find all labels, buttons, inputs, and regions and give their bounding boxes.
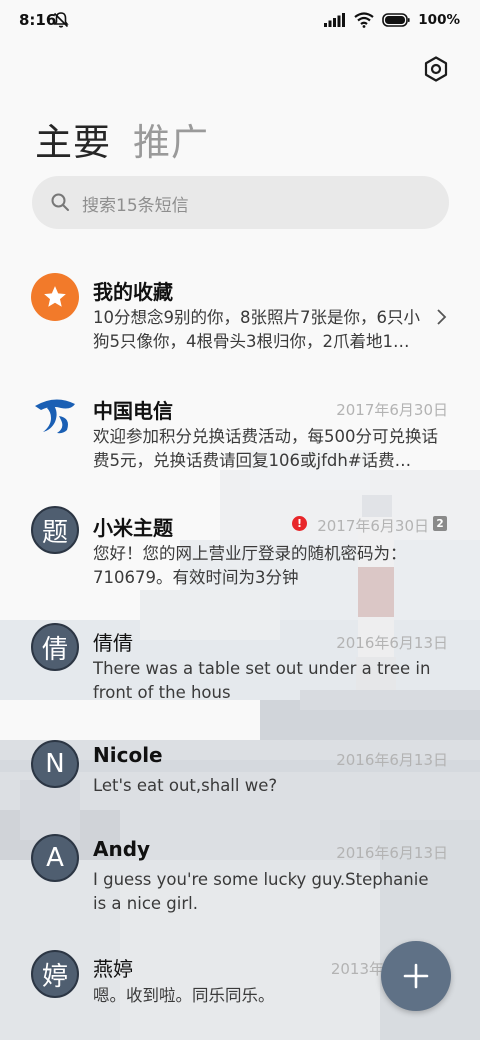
conversation-preview: There was a table set out under a tree i… <box>93 659 431 702</box>
conversation-name: Nicole <box>93 743 163 767</box>
conversation-item[interactable]: N Nicole 2016年6月13日 Let's eat out,shall … <box>0 740 480 810</box>
conversation-date: 2017年6月30日 <box>317 517 429 535</box>
conversation-item[interactable]: A Andy 2016年6月13日 I guess you're some lu… <box>0 834 480 924</box>
avatar <box>31 273 79 321</box>
error-icon: ! <box>292 516 307 531</box>
sim-badge: 2 <box>433 516 447 531</box>
conversation-name: 倩倩 <box>93 631 133 655</box>
conversation-item[interactable]: 题 小米主题 ! 2017年6月30日 2 您好！您的网上营业厅登录的随机密码为… <box>0 506 480 596</box>
conversation-preview: 您好！您的网上营业厅登录的随机密码为：710679。有效时间为3分钟 <box>93 544 407 587</box>
avatar: A <box>31 834 79 882</box>
conversation-name: 我的收藏 <box>93 280 173 304</box>
conversation-item[interactable]: 倩 倩倩 2016年6月13日 There was a table set ou… <box>0 623 480 713</box>
conversation-date: 2016年6月13日 <box>336 634 448 652</box>
conversation-preview: Let's eat out,shall we? <box>93 776 278 795</box>
conversation-date: 2016年6月13日 <box>336 751 448 769</box>
chevron-right-icon[interactable] <box>436 308 448 326</box>
conversation-name: 小米主题 <box>93 516 173 540</box>
conversation-name: 燕婷 <box>93 957 133 981</box>
avatar-initial: 题 <box>41 517 68 548</box>
conversation-date: 2017年6月30日 <box>336 401 448 419</box>
conversation-item[interactable]: 中国电信 2017年6月30日 欢迎参加积分兑换话费活动，每500分可兑换话费5… <box>0 390 480 480</box>
conversation-preview: 欢迎参加积分兑换话费活动，每500分可兑换话费5元，兑换话费请回复106或jfd… <box>93 427 438 470</box>
conversation-date: 2013年 <box>330 960 384 978</box>
avatar: 题 <box>31 506 79 554</box>
conversation-name: Andy <box>93 837 151 861</box>
conversation-date: 2016年6月13日 <box>336 844 448 862</box>
conversation-list: 我的收藏 10分想念9别的你，8张照片7张是你，6只小狗5只像你，4根骨头3根归… <box>0 0 480 1040</box>
avatar: N <box>31 740 79 788</box>
avatar-initial: 倩 <box>41 634 68 665</box>
conversation-preview: 10分想念9别的你，8张照片7张是你，6只小狗5只像你，4根骨头3根归你，2爪着… <box>93 308 420 351</box>
avatar-initial: 婷 <box>41 961 68 992</box>
plus-icon <box>403 963 429 989</box>
china-telecom-logo <box>35 399 75 434</box>
compose-button[interactable] <box>381 941 451 1011</box>
conversation-preview: I guess you're some lucky guy.Stephanie … <box>93 870 429 913</box>
avatar <box>31 390 79 438</box>
avatar: 婷 <box>31 950 79 998</box>
avatar: 倩 <box>31 623 79 671</box>
avatar-initial: A <box>46 843 64 873</box>
conversation-item[interactable]: 我的收藏 10分想念9别的你，8张照片7张是你，6只小狗5只像你，4根骨头3根归… <box>0 273 480 363</box>
avatar-initial: N <box>45 749 65 779</box>
star-icon <box>44 286 66 307</box>
conversation-name: 中国电信 <box>93 399 173 423</box>
